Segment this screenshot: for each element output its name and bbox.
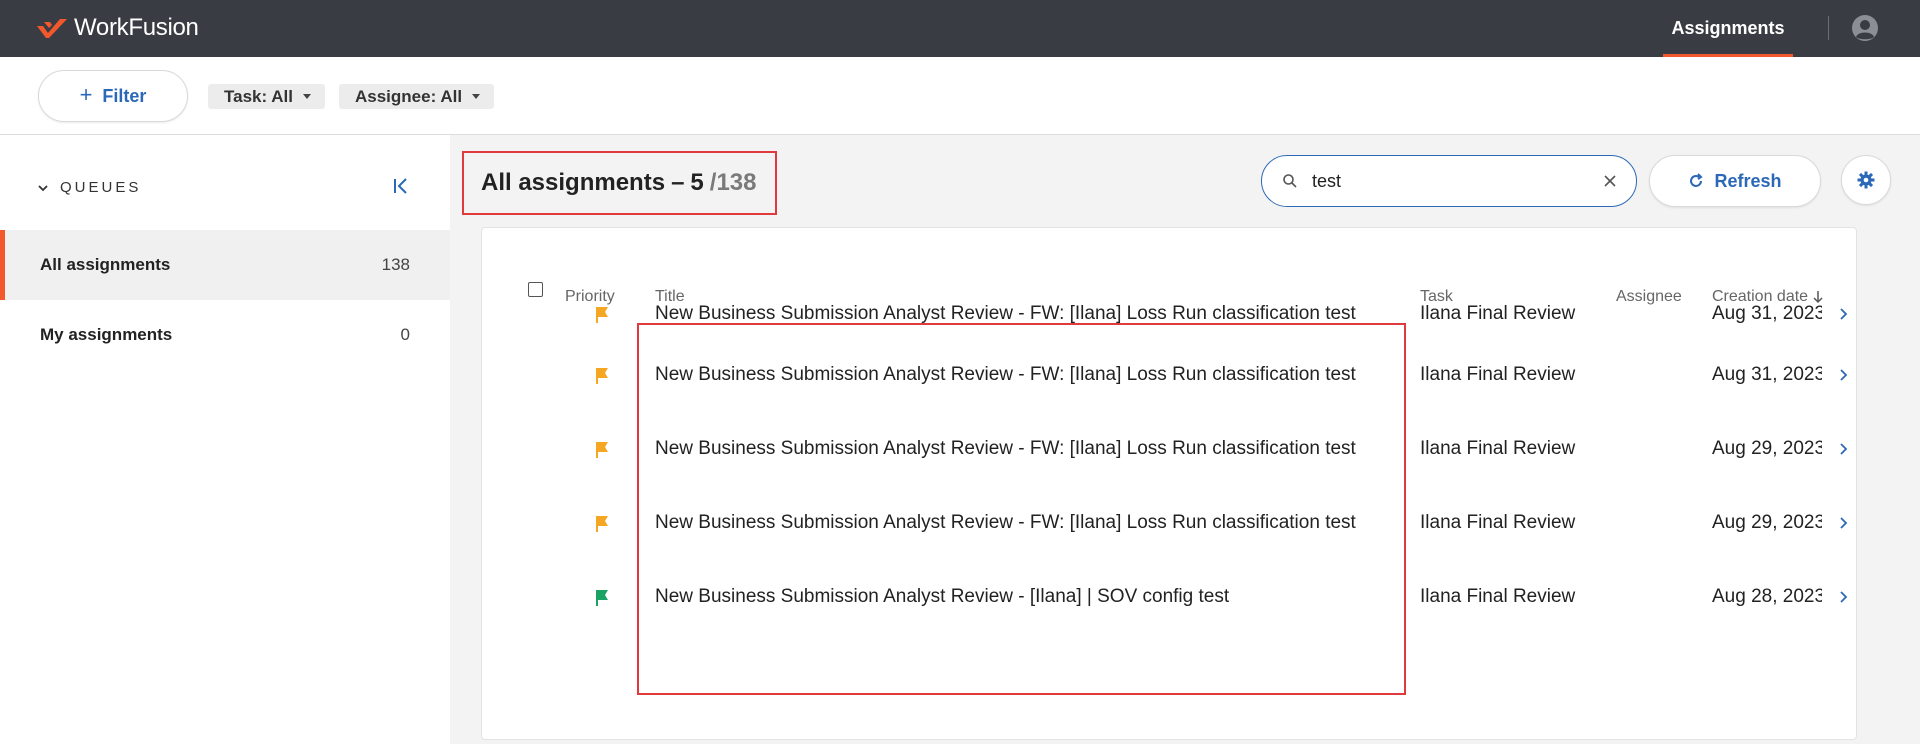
priority-flag-icon [596,442,608,458]
workfusion-logo-icon [36,17,68,39]
row-title: New Business Submission Analyst Review -… [655,364,1356,385]
table-row[interactable]: New Business Submission Analyst Review -… [482,561,1858,635]
search-icon [1283,174,1297,188]
plus-icon: + [79,82,93,107]
table-row[interactable]: New Business Submission Analyst Review -… [482,487,1858,561]
priority-flag-icon [596,307,608,323]
priority-flag-icon [596,368,608,384]
sidebar-item-all-assignments[interactable]: All assignments 138 [0,230,450,300]
row-title: New Business Submission Analyst Review -… [655,512,1356,533]
queues-sidebar: QUEUES All assignments 138 My assignment… [0,135,450,744]
priority-flag-icon [596,516,608,532]
row-title: New Business Submission Analyst Review -… [655,438,1356,459]
sidebar-item-count: 0 [400,325,410,344]
row-title: New Business Submission Analyst Review -… [655,586,1230,607]
queues-toggle[interactable]: QUEUES [38,179,141,196]
refresh-button-label: Refresh [1714,170,1782,191]
sidebar-item-label: All assignments [40,255,171,274]
collapse-sidebar-icon[interactable] [391,176,411,196]
gear-icon [1857,171,1875,189]
top-bar: WorkFusion Assignments [0,0,1920,57]
row-task: Ilana Final Review [1420,586,1576,607]
chevron-right-icon[interactable] [1836,515,1850,531]
page-title: All assignments – 5 /138 [462,151,777,215]
row-task: Ilana Final Review [1420,512,1576,533]
assignments-table: Priority Title Task Assignee Creation da… [481,227,1857,740]
task-filter-chip[interactable]: Task: All [208,84,325,109]
row-creation-date: Aug 29, 2023 [1712,438,1822,459]
row-title: New Business Submission Analyst Review -… [655,303,1356,324]
settings-button[interactable] [1841,155,1891,205]
assignee-filter-chip[interactable]: Assignee: All [339,84,495,109]
row-task: Ilana Final Review [1420,438,1576,459]
chevron-right-icon[interactable] [1836,367,1850,383]
refresh-icon [1690,173,1704,187]
queues-heading: QUEUES [60,179,142,196]
caret-down-icon [302,94,311,99]
priority-flag-icon [596,590,608,606]
clear-search-icon[interactable] [1602,173,1618,189]
row-creation-date: Aug 31, 2023 [1712,364,1822,385]
filter-bar: + Filter Task: All Assignee: All [0,57,1920,135]
total-count: /138 [709,169,757,196]
filter-button-label: Filter [102,85,147,106]
table-row[interactable]: New Business Submission Analyst Review -… [482,339,1858,413]
title-separator: – [671,169,685,196]
row-task: Ilana Final Review [1420,303,1576,324]
user-account-icon[interactable] [1851,14,1879,42]
assignee-filter-label: Assignee: All [355,86,463,106]
brand[interactable]: WorkFusion [36,13,199,43]
chevron-right-icon[interactable] [1836,589,1850,605]
sidebar-item-count: 138 [381,255,410,274]
row-creation-date: Aug 28, 2023 [1712,586,1822,607]
page-title-text: All assignments [481,169,666,196]
caret-down-icon [472,94,481,99]
row-creation-date: Aug 31, 2023 [1712,303,1822,324]
search-input[interactable] [1312,170,1582,192]
sidebar-item-label: My assignments [40,325,173,344]
chevron-right-icon[interactable] [1836,306,1850,322]
shown-count: 5 [690,169,704,196]
chevron-right-icon[interactable] [1836,441,1850,457]
sidebar-item-my-assignments[interactable]: My assignments 0 [0,300,450,370]
row-task: Ilana Final Review [1420,364,1576,385]
search-box [1261,155,1637,207]
brand-name: WorkFusion [74,14,199,41]
table-row[interactable]: New Business Submission Analyst Review -… [482,413,1858,487]
row-creation-date: Aug 29, 2023 [1712,512,1822,533]
nav-divider [1828,16,1829,40]
refresh-button[interactable]: Refresh [1649,155,1821,207]
chevron-down-icon [38,184,48,191]
task-filter-label: Task: All [224,86,293,106]
nav-tab-assignments[interactable]: Assignments [1663,0,1793,57]
add-filter-button[interactable]: + Filter [38,70,188,122]
